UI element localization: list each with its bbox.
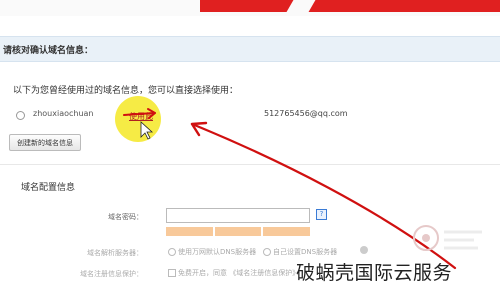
dns-info-icon[interactable]: [360, 246, 368, 254]
top-strip: [0, 0, 500, 16]
use-this-link[interactable]: 使用此: [129, 111, 153, 122]
brand-red-bar: [200, 0, 500, 12]
dns-default-radio[interactable]: [168, 248, 176, 256]
domain-password-input[interactable]: [166, 208, 310, 223]
page: 请核对确认域名信息： 以下为您曾经使用过的域名信息，您可以直接选择使用： zho…: [0, 0, 500, 286]
create-new-domain-info-button[interactable]: 创建新的域名信息: [9, 134, 81, 151]
privacy-protection-label: 域名注册信息保护：: [80, 270, 143, 278]
dns-custom-option: 自己设置DNS服务器: [273, 248, 338, 256]
long-arrow-head: [190, 121, 208, 137]
watermark-logo-stroke: [444, 230, 482, 250]
domain-config-title: 域名配置信息: [21, 183, 76, 193]
domain-password-label: 域名密码：: [108, 213, 143, 221]
contact-name: zhouxiaochuan: [33, 109, 94, 118]
watermark-logo: [413, 225, 482, 251]
dns-custom-radio[interactable]: [263, 248, 271, 256]
watermark-logo-dot: [422, 234, 430, 242]
password-strength-meter: [166, 227, 311, 236]
dns-server-label: 域名解析服务器：: [87, 249, 143, 257]
dns-default-option: 使用万网默认DNS服务器: [178, 248, 257, 256]
section-divider: [0, 164, 500, 165]
privacy-protection-checkbox[interactable]: [168, 269, 176, 277]
help-icon[interactable]: ?: [316, 209, 327, 220]
strength-segment: [263, 227, 311, 236]
watermark-text: 破蜗壳国际云服务: [296, 262, 453, 284]
privacy-protection-option: 免费开启，同意 《域名注册信息保护》: [178, 269, 300, 277]
strength-segment: [214, 227, 262, 236]
confirm-title: 请核对确认域名信息：: [3, 46, 94, 56]
confirm-header: 请核对确认域名信息：: [0, 36, 500, 62]
contact-email: 512765456@qq.com: [264, 109, 348, 118]
strength-segment: [166, 227, 213, 236]
used-domains-title: 以下为您曾经使用过的域名信息，您可以直接选择使用：: [13, 86, 239, 96]
contact-radio[interactable]: [16, 111, 25, 120]
